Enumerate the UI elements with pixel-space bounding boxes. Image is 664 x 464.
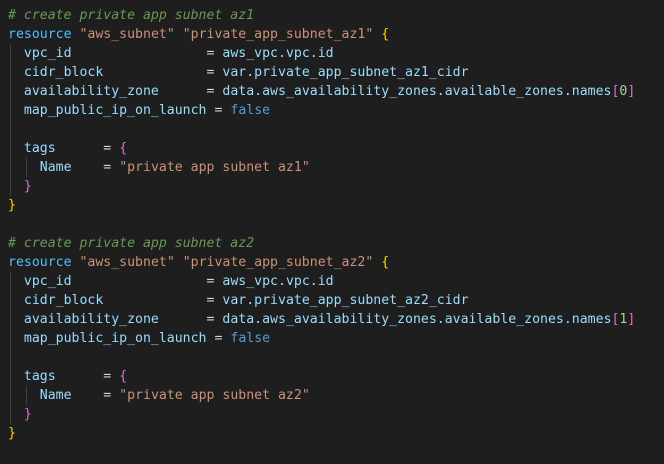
close-brace: } [8,426,16,441]
attribute-line: map_public_ip_on_launch = false [8,101,270,120]
attribute-padding [159,84,207,99]
equals-sign: = [103,369,112,384]
tag-entry: Name = "private app subnet az1" [8,158,310,177]
resource-name: "private_app_subnet_az2" [182,255,374,270]
index-close-bracket: ] [627,312,636,327]
tags-close: } [8,177,32,196]
equals-sign: = [206,274,215,289]
attribute-value: false [230,331,271,346]
open-brace: { [381,255,390,270]
equals-sign: = [214,331,223,346]
resource-type: "aws_subnet" [79,27,175,42]
resource-close: } [8,424,16,443]
resource-keyword: resource [8,255,72,270]
attribute-key: map_public_ip_on_launch [23,331,207,346]
tags-key: tags [23,369,56,384]
attribute-value: data.aws_availability_zones.available_zo… [222,84,612,99]
attribute-key: availability_zone [23,84,159,99]
attribute-padding [72,274,207,289]
attribute-key: availability_zone [23,312,159,327]
attribute-line: availability_zone = data.aws_availabilit… [8,310,635,329]
attribute-value: var.private_app_subnet_az1_cidr [222,65,469,80]
resource-type: "aws_subnet" [79,255,175,270]
equals-sign: = [206,293,215,308]
attribute-padding [159,312,207,327]
attribute-line: availability_zone = data.aws_availabilit… [8,82,635,101]
equals-sign: = [206,84,215,99]
resource-name: "private_app_subnet_az1" [182,27,374,42]
close-brace: } [23,179,32,194]
open-brace: { [119,141,128,156]
attribute-value: aws_vpc.vpc.id [222,46,334,61]
attribute-padding [103,65,206,80]
indent-guide [10,44,11,196]
resource-close: } [8,196,16,215]
resource-header: resource "aws_subnet" "private_app_subne… [8,25,389,44]
equals-sign: = [103,141,112,156]
attribute-padding [103,293,206,308]
equals-sign: = [206,312,215,327]
code-comment: # create private app subnet az1 [8,6,254,25]
attribute-line: cidr_block = var.private_app_subnet_az1_… [8,63,469,82]
tag-name-value: "private app subnet az1" [119,160,310,175]
tag-name-key: Name [39,160,72,175]
equals-sign: = [103,160,112,175]
attribute-key: cidr_block [23,293,104,308]
resource-keyword: resource [8,27,72,42]
tags-line: tags = { [8,139,127,158]
indent-guide [26,158,27,177]
equals-sign: = [206,65,215,80]
attribute-key: map_public_ip_on_launch [23,103,207,118]
resource-header: resource "aws_subnet" "private_app_subne… [8,253,389,272]
equals-sign: = [214,103,223,118]
attribute-line: cidr_block = var.private_app_subnet_az2_… [8,291,469,310]
close-brace: } [8,198,16,213]
attribute-value: aws_vpc.vpc.id [222,274,334,289]
tag-name-key: Name [39,388,72,403]
indent-guide [26,386,27,405]
tags-key: tags [23,141,56,156]
equals-sign: = [103,388,112,403]
comment-text: # create private app subnet az2 [8,236,255,251]
attribute-line: vpc_id = aws_vpc.vpc.id [8,272,334,291]
attribute-key: vpc_id [23,274,72,289]
tags-line: tags = { [8,367,127,386]
close-brace: } [23,407,32,422]
code-editor[interactable]: # create private app subnet az1 resource… [0,0,664,464]
index-close-bracket: ] [627,84,636,99]
attribute-line: map_public_ip_on_launch = false [8,329,270,348]
code-comment: # create private app subnet az2 [8,234,254,253]
attribute-key: cidr_block [23,65,104,80]
open-brace: { [119,369,128,384]
open-brace: { [381,27,390,42]
tag-name-value: "private app subnet az2" [119,388,310,403]
attribute-value: var.private_app_subnet_az2_cidr [222,293,469,308]
attribute-value: false [230,103,271,118]
tag-entry: Name = "private app subnet az2" [8,386,310,405]
attribute-padding [72,46,207,61]
equals-sign: = [206,46,215,61]
attribute-line: vpc_id = aws_vpc.vpc.id [8,44,334,63]
comment-text: # create private app subnet az1 [8,8,255,23]
tags-close: } [8,405,32,424]
attribute-value: data.aws_availability_zones.available_zo… [222,312,612,327]
indent-guide [10,272,11,424]
attribute-key: vpc_id [23,46,72,61]
